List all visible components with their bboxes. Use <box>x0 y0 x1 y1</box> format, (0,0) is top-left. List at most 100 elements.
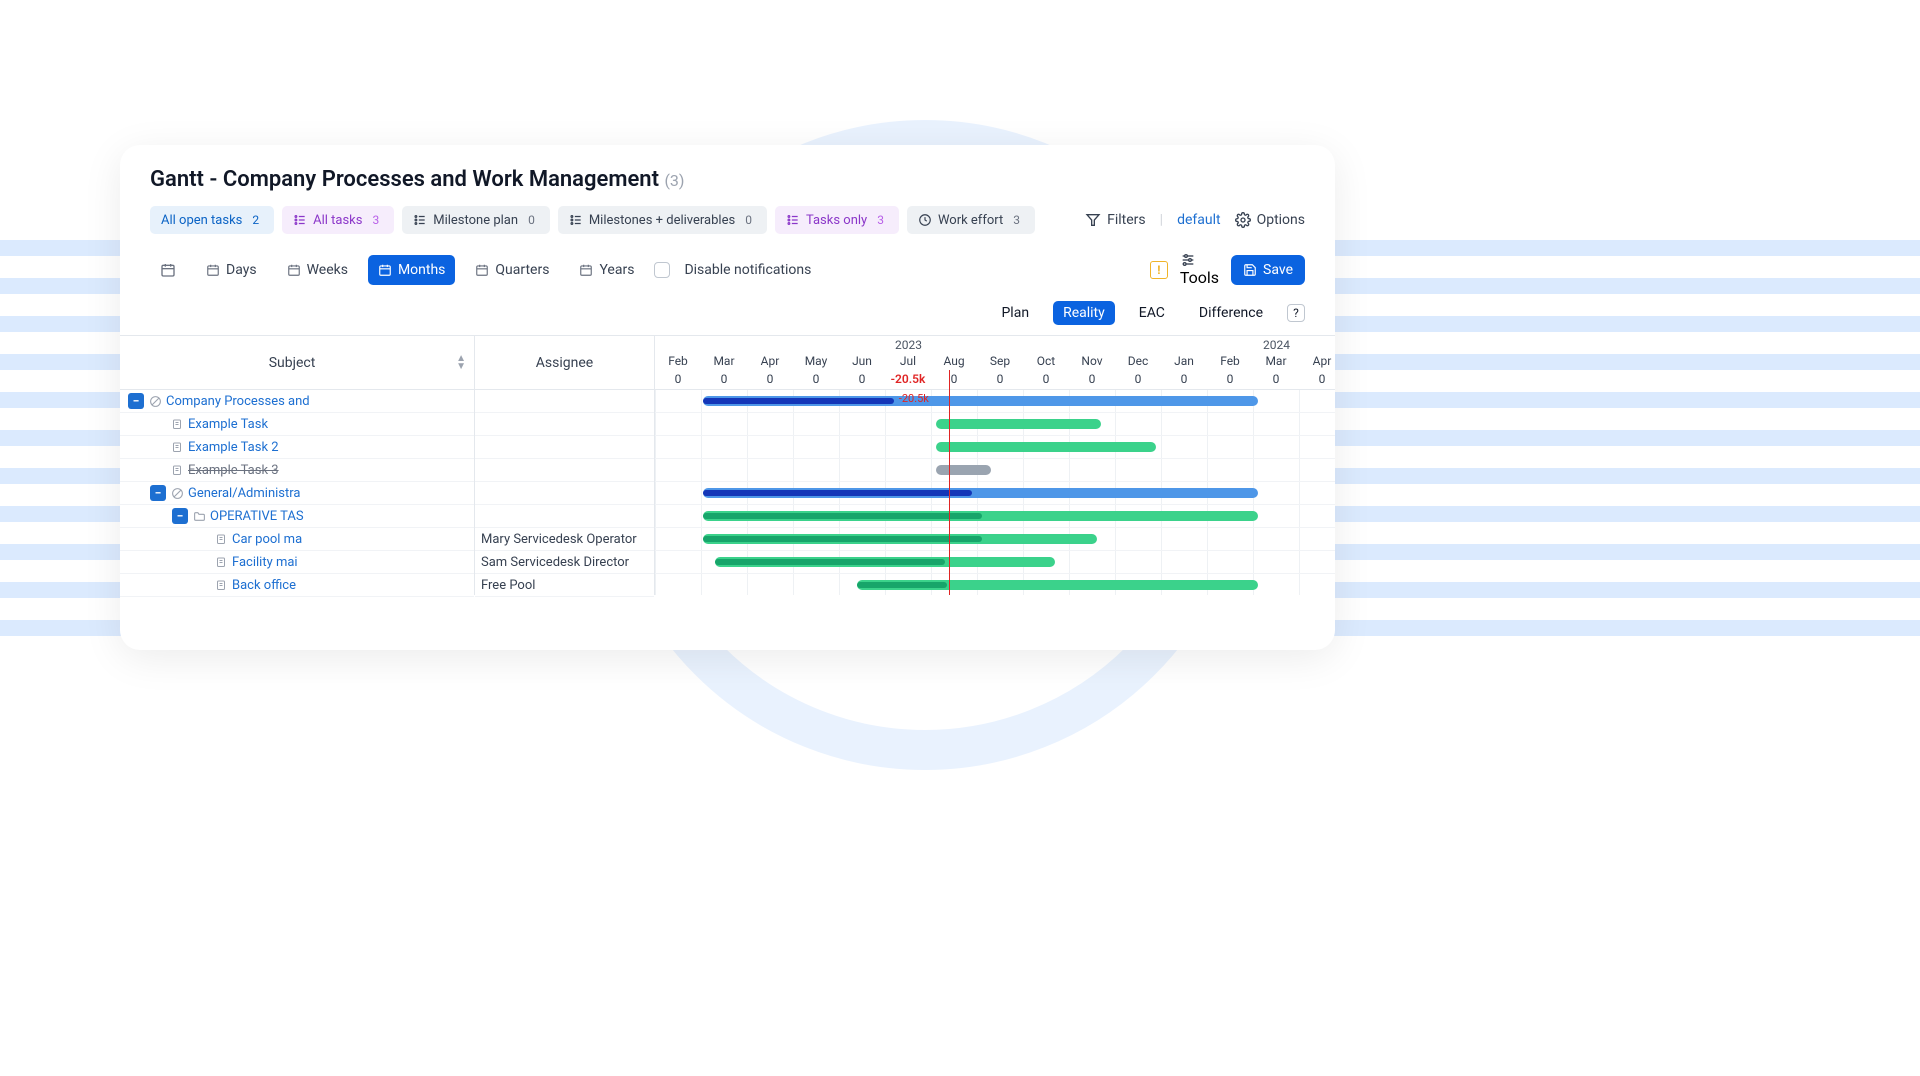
title-count: (3) <box>664 171 684 190</box>
month-value: 0 <box>1161 372 1207 386</box>
disable-notifications-checkbox[interactable] <box>654 262 670 278</box>
filter-chip-3[interactable]: Milestones + deliverables 0 <box>558 206 767 234</box>
filter-row-right: Filters | default Options <box>1085 212 1305 228</box>
filter-chip-row: All open tasks 2 All tasks 3 Milestone pla… <box>120 192 1335 234</box>
month-value: 0 <box>977 372 1023 386</box>
task-link[interactable]: Back office <box>232 578 296 593</box>
calendar-icon <box>378 263 392 277</box>
chart-row <box>655 436 1335 459</box>
tools-button[interactable]: Tools <box>1180 252 1219 287</box>
mode-difference[interactable]: Difference <box>1189 301 1273 325</box>
month-header[interactable]: Mar <box>701 354 747 368</box>
month-header[interactable]: Sep <box>977 354 1023 368</box>
filters-button[interactable]: Filters <box>1085 212 1146 228</box>
gantt-bar[interactable] <box>936 419 1102 429</box>
month-header[interactable]: Dec <box>1115 354 1161 368</box>
folder-icon <box>193 510 206 523</box>
month-value: 0 <box>1253 372 1299 386</box>
gantt-bar[interactable] <box>703 490 972 496</box>
help-button[interactable]: ? <box>1287 304 1305 322</box>
task-row: Example Task <box>120 413 474 436</box>
month-header[interactable]: May <box>793 354 839 368</box>
warning-icon[interactable]: ! <box>1150 261 1168 279</box>
month-value: 0 <box>931 372 977 386</box>
task-link[interactable]: Facility mai <box>232 555 298 570</box>
task-link[interactable]: Example Task <box>188 417 268 432</box>
scale-label: Weeks <box>307 262 348 278</box>
mode-eac[interactable]: EAC <box>1129 301 1175 325</box>
month-value: -20.5k <box>885 372 931 386</box>
month-header[interactable]: Oct <box>1023 354 1069 368</box>
chip-label: Tasks only <box>806 213 867 228</box>
gantt-bar[interactable] <box>703 398 894 404</box>
scale-row-right: ! Tools Save <box>1150 252 1305 287</box>
month-header[interactable]: Apr <box>747 354 793 368</box>
task-link[interactable]: General/Administra <box>188 486 300 501</box>
task-link[interactable]: Example Task 2 <box>188 440 279 455</box>
calendar-icon <box>160 262 176 278</box>
filter-chip-4[interactable]: Tasks only 3 <box>775 206 899 234</box>
assignee-cell <box>475 459 654 482</box>
assignee-header-label: Assignee <box>536 355 593 371</box>
month-value: 0 <box>655 372 701 386</box>
gantt-bar[interactable] <box>936 442 1157 452</box>
assignee-cell <box>475 413 654 436</box>
sliders-icon <box>1180 252 1196 268</box>
task-link[interactable]: Company Processes and <box>166 394 310 409</box>
filter-chip-2[interactable]: Milestone plan 0 <box>402 206 550 234</box>
month-header[interactable]: Feb <box>655 354 701 368</box>
month-value: 0 <box>1069 372 1115 386</box>
month-header[interactable]: Nov <box>1069 354 1115 368</box>
filter-icon <box>1085 212 1101 228</box>
gantt-bar[interactable] <box>703 536 981 542</box>
gantt-bar[interactable] <box>857 582 947 588</box>
scale-months[interactable]: Months <box>368 255 455 285</box>
gantt-bar[interactable] <box>703 513 981 519</box>
chip-count: 3 <box>1009 213 1024 227</box>
collapse-toggle[interactable]: − <box>150 485 166 501</box>
month-header[interactable]: Apr <box>1299 354 1335 368</box>
task-link[interactable]: Example Task 3 <box>188 463 279 478</box>
calendar-button[interactable] <box>150 255 186 285</box>
assignee-cell <box>475 482 654 505</box>
scale-days[interactable]: Days <box>196 255 267 285</box>
scale-quarters[interactable]: Quarters <box>465 255 559 285</box>
month-header[interactable]: Aug <box>931 354 977 368</box>
save-button[interactable]: Save <box>1231 255 1305 285</box>
calendar-icon <box>206 263 220 277</box>
collapse-toggle[interactable]: − <box>128 393 144 409</box>
default-link[interactable]: default <box>1177 212 1221 228</box>
month-header[interactable]: Feb <box>1207 354 1253 368</box>
options-button[interactable]: Options <box>1235 212 1305 228</box>
month-header[interactable]: Jan <box>1161 354 1207 368</box>
task-link[interactable]: OPERATIVE TAS <box>210 509 304 524</box>
gantt-bar[interactable] <box>715 559 945 565</box>
bar-value-label: -20.5k <box>899 392 929 405</box>
scale-years[interactable]: Years <box>569 255 644 285</box>
year-label: 2024 <box>1263 338 1290 352</box>
mode-plan[interactable]: Plan <box>991 301 1039 325</box>
chart-row <box>655 482 1335 505</box>
chip-count: 2 <box>248 213 263 227</box>
collapse-toggle[interactable]: − <box>172 508 188 524</box>
sort-icon[interactable]: ▲▼ <box>456 355 466 371</box>
month-header[interactable]: Jun <box>839 354 885 368</box>
filter-chip-0[interactable]: All open tasks 2 <box>150 206 274 234</box>
scale-label: Months <box>398 262 445 278</box>
calendar-icon <box>579 263 593 277</box>
chip-count: 0 <box>741 213 756 227</box>
mode-reality[interactable]: Reality <box>1053 301 1115 325</box>
month-value: 0 <box>1299 372 1335 386</box>
subject-column-header[interactable]: Subject ▲▼ <box>120 336 474 390</box>
task-icon <box>215 533 227 545</box>
filter-chip-1[interactable]: All tasks 3 <box>282 206 394 234</box>
filter-chip-5[interactable]: Work effort 3 <box>907 206 1035 234</box>
gantt-bar[interactable] <box>936 465 991 475</box>
month-header[interactable]: Mar <box>1253 354 1299 368</box>
task-icon <box>215 579 227 591</box>
assignee-column-header[interactable]: Assignee <box>475 336 654 390</box>
scale-weeks[interactable]: Weeks <box>277 255 358 285</box>
task-link[interactable]: Car pool ma <box>232 532 302 547</box>
month-header[interactable]: Jul <box>885 354 931 368</box>
chip-label: Milestones + deliverables <box>589 213 735 228</box>
